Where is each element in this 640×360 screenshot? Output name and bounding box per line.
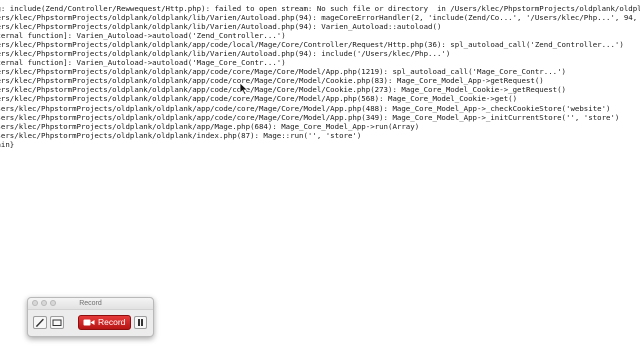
record-button[interactable]: Record [78,315,131,330]
recorder-titlebar[interactable]: Record [28,298,153,310]
trace-line: sers/klec/PhpstormProjects/oldplank/oldp… [0,49,451,59]
trace-line: main} [0,139,15,149]
trace-line: Users/klec/PhpstormProjects/oldplank/old… [0,112,620,122]
screen-select-button[interactable] [50,316,64,329]
trace-line: nternal function]: Varien_Autoload->auto… [0,58,286,68]
record-button-label: Record [98,317,126,327]
trace-line: sers/klec/PhpstormProjects/oldplank/oldp… [0,67,566,77]
trace-line: sers/klec/PhpstormProjects/oldplank/oldp… [0,13,640,23]
mouse-pointer-icon [239,83,249,95]
pen-icon [35,318,44,327]
trace-line: ng: include(Zend/Controller/Rewwequest/H… [0,4,640,13]
pause-icon [138,319,140,326]
screen-icon [52,319,62,326]
recorder-window: Record Record [27,297,154,337]
trace-line: sers/klec/PhpstormProjects/oldplank/oldp… [0,85,566,95]
pause-button[interactable] [134,316,147,329]
trace-line: Users/klec/PhpstormProjects/oldplank/old… [0,130,362,140]
screen: ng: include(Zend/Controller/Rewwequest/H… [0,0,640,360]
trace-line: nternal function]: Varien_Autoload->auto… [0,31,286,41]
video-camera-icon [83,319,95,326]
recorder-title: Record [79,300,102,307]
trace-line: sers/klec/PhpstormProjects/oldplank/oldp… [0,40,624,50]
trace-line: sers/klec/PhpstormProjects/oldplank/oldp… [0,22,442,32]
trace-line: sers/klec/PhpstormProjects/oldplank/oldp… [0,94,518,104]
trace-line: Users/klec/PhpstormProjects/oldplank/old… [0,121,420,131]
trace-line: sers/klec/PhpstormProjects/oldplank/oldp… [0,76,544,86]
recorder-controls: Record [28,310,153,336]
pen-tool-button[interactable] [33,316,47,329]
trace-line: Users/klec/PhpstormProjects/oldplank/old… [0,103,611,113]
stack-trace-output: ng: include(Zend/Controller/Rewwequest/H… [0,4,640,149]
